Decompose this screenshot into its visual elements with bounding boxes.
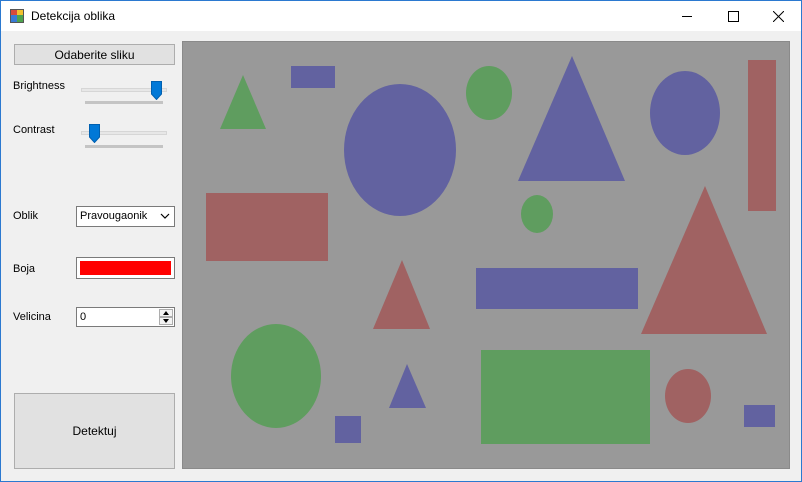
contrast-thumb[interactable] bbox=[88, 124, 100, 143]
green-ellipse bbox=[521, 195, 553, 233]
green-rectangle bbox=[481, 350, 650, 444]
red-rectangle bbox=[748, 60, 776, 211]
brightness-ticks bbox=[85, 101, 163, 104]
spin-down-button[interactable] bbox=[159, 317, 173, 325]
spin-up-button[interactable] bbox=[159, 309, 173, 317]
color-picker[interactable] bbox=[76, 257, 175, 279]
minimize-button[interactable] bbox=[664, 1, 710, 31]
contrast-ticks bbox=[85, 145, 163, 148]
color-label: Boja bbox=[13, 263, 36, 275]
green-ellipse bbox=[231, 324, 321, 428]
chevron-down-icon bbox=[160, 213, 170, 219]
red-rectangle bbox=[206, 193, 328, 261]
blue-rectangle bbox=[291, 66, 335, 88]
blue-ellipse bbox=[344, 84, 456, 216]
main-window: Detekcija oblika Odaberite sliku Brightn… bbox=[0, 0, 802, 482]
detect-button[interactable]: Detektuj bbox=[14, 393, 175, 469]
close-button[interactable] bbox=[755, 1, 801, 31]
color-swatch bbox=[80, 261, 171, 275]
shape-dropdown-value: Pravougaonik bbox=[80, 210, 148, 222]
brightness-thumb[interactable] bbox=[150, 81, 162, 100]
blue-rectangle bbox=[744, 405, 775, 427]
blue-rectangle bbox=[476, 268, 638, 309]
arrow-down-icon bbox=[163, 319, 169, 323]
maximize-button[interactable] bbox=[710, 1, 756, 31]
maximize-icon bbox=[727, 10, 739, 22]
shape-label: Oblik bbox=[13, 210, 39, 222]
shape-dropdown[interactable]: Pravougaonik bbox=[76, 206, 175, 227]
title-bar[interactable]: Detekcija oblika bbox=[1, 1, 801, 31]
blue-ellipse bbox=[650, 71, 720, 155]
contrast-label: Contrast bbox=[13, 124, 55, 136]
minimize-icon bbox=[681, 15, 692, 17]
brightness-label: Brightness bbox=[13, 80, 65, 92]
blue-rectangle bbox=[335, 416, 361, 443]
size-numeric-input[interactable]: 0 bbox=[76, 307, 175, 327]
shapes-image bbox=[183, 42, 789, 468]
arrow-up-icon bbox=[163, 311, 169, 315]
window-title: Detekcija oblika bbox=[31, 9, 116, 23]
size-label: Velicina bbox=[13, 311, 51, 323]
close-icon bbox=[772, 10, 784, 22]
red-ellipse bbox=[665, 369, 711, 423]
app-icon bbox=[10, 9, 24, 23]
select-image-button[interactable]: Odaberite sliku bbox=[14, 44, 175, 65]
green-ellipse bbox=[466, 66, 512, 120]
image-canvas[interactable] bbox=[182, 41, 790, 469]
size-value: 0 bbox=[80, 311, 87, 323]
